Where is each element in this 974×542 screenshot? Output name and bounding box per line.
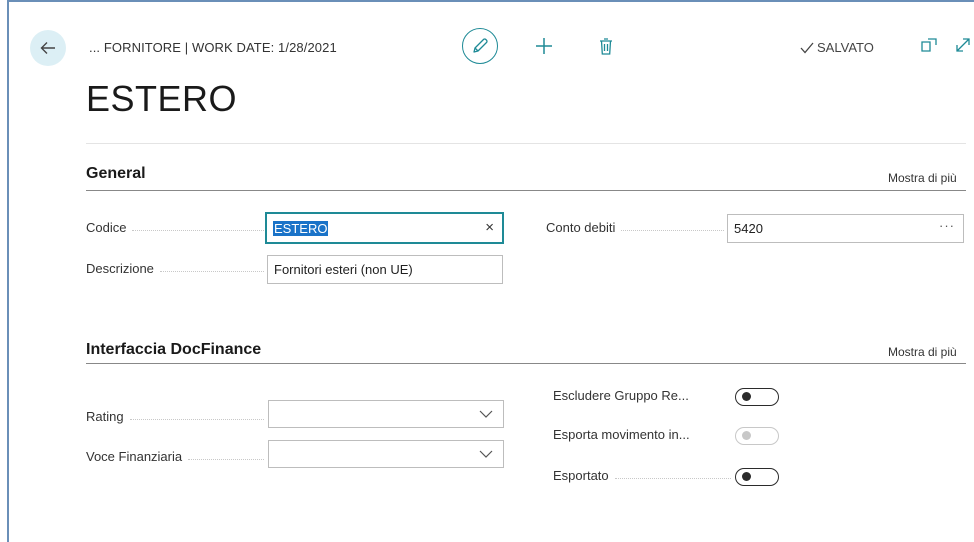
page-title: ESTERO	[86, 78, 238, 119]
title-divider	[86, 143, 966, 144]
docfinance-show-more-link[interactable]: Mostra di più	[888, 345, 957, 359]
arrow-left-icon	[40, 42, 55, 54]
rating-label-text: Rating	[86, 409, 124, 424]
esportato-label-text: Esportato	[553, 468, 609, 483]
conto-debiti-label-text: Conto debiti	[546, 220, 616, 235]
voce-finanziaria-label: Voce Finanziaria	[86, 449, 264, 464]
esportato-toggle[interactable]	[735, 468, 779, 486]
plus-icon	[536, 38, 552, 54]
section-title-general[interactable]: General	[86, 165, 146, 183]
window-left-border	[0, 0, 9, 542]
back-button[interactable]	[30, 30, 66, 66]
clear-icon[interactable]: ×	[485, 219, 494, 236]
rating-label: Rating	[86, 409, 264, 424]
edit-button[interactable]	[462, 28, 498, 64]
general-divider	[86, 190, 966, 191]
open-new-window-button[interactable]	[920, 36, 940, 56]
conto-debiti-label: Conto debiti	[546, 220, 724, 235]
descrizione-value: Fornitori esteri (non UE)	[274, 262, 413, 277]
esporta-movimento-toggle[interactable]	[735, 427, 779, 445]
chevron-down-icon	[479, 450, 493, 458]
toggle-knob	[742, 431, 751, 440]
pencil-icon	[473, 38, 488, 53]
chevron-down-icon	[479, 410, 493, 418]
conto-debiti-input[interactable]: 5420 ···	[727, 214, 964, 243]
descrizione-label-text: Descrizione	[86, 261, 154, 276]
general-show-more-link[interactable]: Mostra di più	[888, 171, 957, 185]
trash-icon	[600, 37, 612, 55]
codice-value: ESTERO	[273, 220, 329, 236]
esporta-movimento-label-text: Esporta movimento in...	[553, 427, 690, 442]
codice-label-text: Codice	[86, 220, 127, 235]
voce-finanziaria-select[interactable]	[268, 440, 504, 468]
rating-select[interactable]	[268, 400, 504, 428]
breadcrumb: ... FORNITORE | WORK DATE: 1/28/2021	[89, 40, 337, 55]
section-title-docfinance[interactable]: Interfaccia DocFinance	[86, 341, 261, 359]
codice-input[interactable]: ESTERO ×	[266, 213, 503, 243]
toggle-knob	[742, 472, 751, 481]
open-in-new-window-icon	[921, 38, 937, 52]
expand-button[interactable]	[954, 36, 974, 56]
esportato-label: Esportato	[553, 468, 731, 483]
escludere-gruppo-label-text: Escludere Gruppo Re...	[553, 388, 689, 403]
delete-button[interactable]	[596, 34, 616, 58]
esporta-movimento-label: Esporta movimento in...	[553, 427, 731, 442]
descrizione-input[interactable]: Fornitori esteri (non UE)	[267, 255, 503, 284]
conto-debiti-value: 5420	[734, 221, 763, 236]
docfinance-divider	[86, 363, 966, 364]
checkmark-icon	[800, 42, 814, 53]
saved-label: SALVATO	[817, 40, 874, 55]
codice-label: Codice	[86, 220, 264, 235]
new-button[interactable]	[532, 34, 556, 58]
saved-status: SALVATO	[800, 40, 874, 55]
escludere-gruppo-toggle[interactable]	[735, 388, 779, 406]
expand-icon	[956, 38, 970, 52]
descrizione-label: Descrizione	[86, 261, 264, 276]
voce-finanziaria-label-text: Voce Finanziaria	[86, 449, 183, 464]
window-top-border	[9, 0, 974, 2]
escludere-gruppo-label: Escludere Gruppo Re...	[553, 388, 731, 403]
lookup-ellipsis-icon[interactable]: ···	[939, 218, 955, 233]
toggle-knob	[742, 392, 751, 401]
